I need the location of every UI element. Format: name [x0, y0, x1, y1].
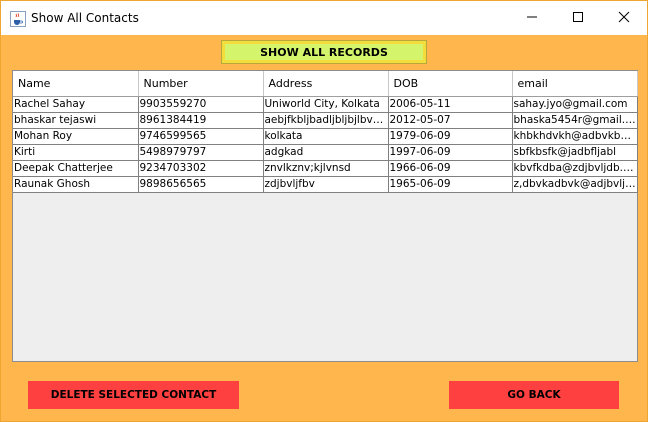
table-cell[interactable]: znvlkznv;kjlvnsd	[263, 160, 389, 177]
table-cell[interactable]: kolkata	[263, 128, 389, 145]
table-cell[interactable]: Raunak Ghosh	[13, 176, 139, 193]
table-row[interactable]: Kirti 5498979797 adgkad 1997-06-09 sbfkb…	[13, 144, 638, 161]
table-cell[interactable]: 9746599565	[138, 128, 264, 145]
table-header-row: Name Number Address DOB email	[13, 71, 638, 97]
close-button[interactable]	[601, 1, 647, 35]
table-cell[interactable]: Kirti	[13, 144, 139, 161]
table-cell[interactable]: 1997-06-09	[388, 144, 513, 161]
java-cup-icon	[10, 11, 26, 27]
table-cell[interactable]: 9234703302	[138, 160, 264, 177]
table-cell[interactable]: Mohan Roy	[13, 128, 139, 145]
table-row[interactable]: Rachel Sahay 9903559270 Uniworld City, K…	[13, 96, 638, 113]
table-cell[interactable]: adgkad	[263, 144, 389, 161]
table-cell[interactable]: 9903559270	[138, 96, 264, 113]
table-cell[interactable]: sahay.jyo@gmail.com	[512, 96, 638, 113]
table-row[interactable]: bhaskar tejaswi 8961384419 aebjfkbljbadl…	[13, 112, 638, 129]
table-cell[interactable]: 5498979797	[138, 144, 264, 161]
table-cell[interactable]: 2006-05-11	[388, 96, 513, 113]
table-cell[interactable]: Rachel Sahay	[13, 96, 139, 113]
table-cell[interactable]: 1965-06-09	[388, 176, 513, 193]
table-cell[interactable]: Uniworld City, Kolkata	[263, 96, 389, 113]
column-header-email[interactable]: email	[512, 71, 638, 97]
table-cell[interactable]: 9898656565	[138, 176, 264, 193]
table-cell[interactable]: 2012-05-07	[388, 112, 513, 129]
column-header-number[interactable]: Number	[138, 71, 264, 97]
table-cell[interactable]: sbfkbsfk@jadbfljabl	[512, 144, 638, 161]
table-cell[interactable]: z,dbvkadbvk@adjbvlja...	[512, 176, 638, 193]
table-cell[interactable]: kbvfkdba@zdjbvljdb.com	[512, 160, 638, 177]
table-cell[interactable]: Deepak Chatterjee	[13, 160, 139, 177]
table-row[interactable]: Deepak Chatterjee 9234703302 znvlkznv;kj…	[13, 160, 638, 177]
table-cell[interactable]: bhaska5454r@gmail.com	[512, 112, 638, 129]
table-cell[interactable]: 1966-06-09	[388, 160, 513, 177]
column-header-address[interactable]: Address	[263, 71, 389, 97]
contacts-table: Name Number Address DOB email Rachel Sah…	[13, 71, 638, 193]
show-all-records-button[interactable]: SHOW ALL RECORDS	[221, 40, 427, 64]
table-cell[interactable]: aebjfkbljbadljbljbjlbv@...	[263, 112, 389, 129]
table-row[interactable]: Mohan Roy 9746599565 kolkata 1979-06-09 …	[13, 128, 638, 145]
delete-selected-contact-button[interactable]: DELETE SELECTED CONTACT	[28, 381, 239, 409]
table-cell[interactable]: zdjbvljfbv	[263, 176, 389, 193]
contacts-table-scrollpane[interactable]: Name Number Address DOB email Rachel Sah…	[12, 70, 638, 362]
close-icon	[618, 11, 630, 26]
show-contacts-window: Show All Contacts SHOW ALL RECORDS Name …	[0, 0, 648, 422]
minimize-button[interactable]	[509, 1, 555, 35]
table-cell[interactable]: khbkhdvkh@adbvkbdjvbj	[512, 128, 638, 145]
main-panel: SHOW ALL RECORDS Name Number Address DOB…	[1, 35, 647, 421]
maximize-button[interactable]	[555, 1, 601, 35]
column-header-name[interactable]: Name	[13, 71, 139, 97]
minimize-icon	[526, 11, 538, 26]
window-title: Show All Contacts	[31, 11, 139, 25]
table-cell[interactable]: bhaskar tejaswi	[13, 112, 139, 129]
title-bar[interactable]: Show All Contacts	[1, 1, 647, 35]
go-back-button[interactable]: GO BACK	[449, 381, 619, 409]
table-cell[interactable]: 8961384419	[138, 112, 264, 129]
table-cell[interactable]: 1979-06-09	[388, 128, 513, 145]
table-row[interactable]: Raunak Ghosh 9898656565 zdjbvljfbv 1965-…	[13, 176, 638, 193]
column-header-dob[interactable]: DOB	[388, 71, 513, 97]
maximize-icon	[572, 11, 584, 26]
